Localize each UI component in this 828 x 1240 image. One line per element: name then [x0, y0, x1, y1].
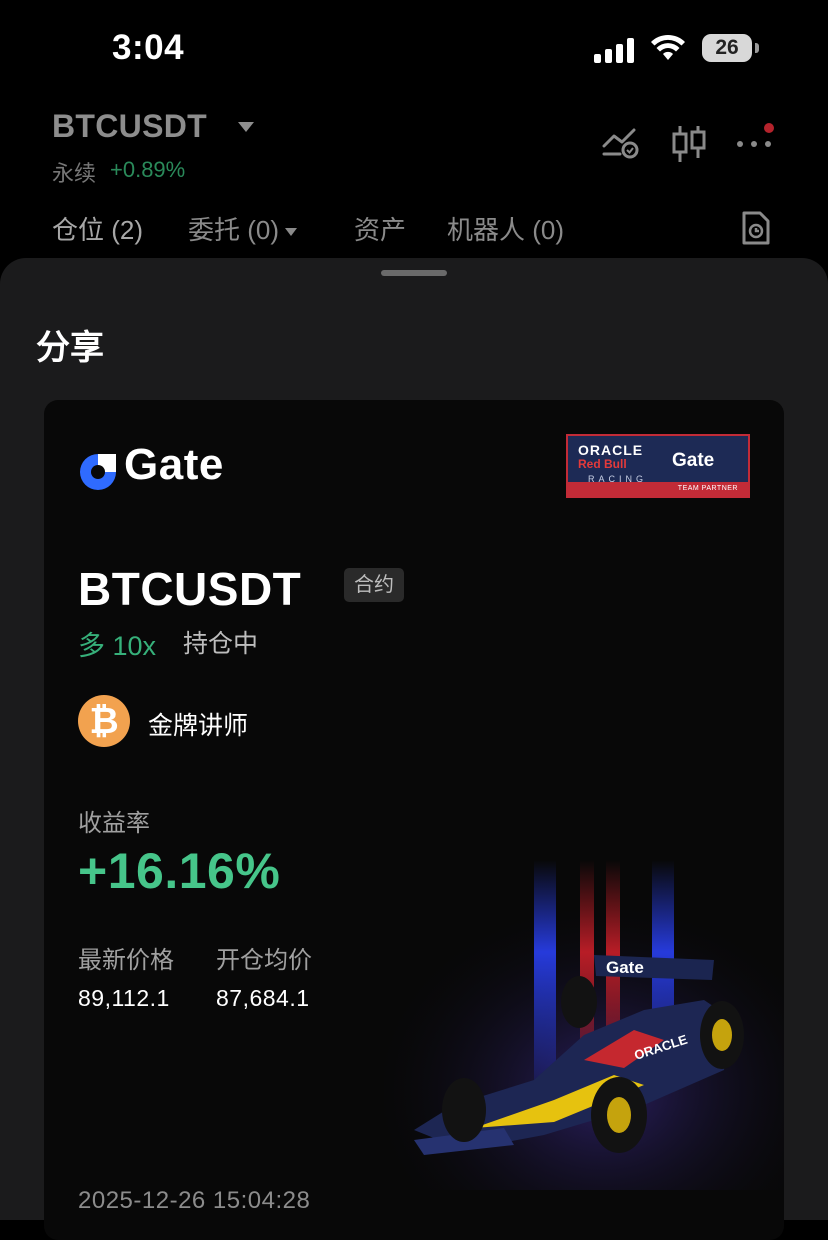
position-status: 持仓中 — [183, 630, 259, 658]
roi-value: +16.16% — [78, 843, 281, 899]
wifi-icon — [651, 34, 685, 60]
share-card: Gate ORACLE Red Bull RACING Gate TEAM PA… — [44, 400, 784, 1240]
partner-redbull-text: Red Bull — [578, 457, 627, 471]
tab-orders[interactable]: 委托 (0) — [188, 210, 298, 247]
username: 金牌讲师 — [148, 712, 249, 740]
pair-title[interactable]: BTCUSDT — [52, 108, 207, 145]
status-bar: 3:04 26 — [0, 0, 828, 100]
price-change: +0.89% — [110, 157, 186, 182]
trend-check-icon[interactable] — [602, 124, 640, 160]
entry-price-value: 87,684.1 — [216, 985, 310, 1011]
cellular-signal-icon — [594, 37, 636, 63]
battery-indicator: 26 — [702, 34, 752, 62]
gate-logo-text: Gate — [124, 440, 224, 489]
history-document-icon[interactable] — [740, 210, 772, 246]
chevron-down-icon[interactable] — [238, 122, 254, 132]
tab-assets[interactable]: 资产 — [354, 210, 406, 247]
entry-price-label: 开仓均价 — [216, 947, 312, 974]
battery-nub — [755, 43, 759, 53]
latest-price-value: 89,112.1 — [78, 985, 170, 1011]
roi-label: 收益率 — [78, 810, 150, 837]
share-timestamp: 2025-12-26 15:04:28 — [78, 1187, 311, 1214]
status-time: 3:04 — [112, 28, 185, 67]
partner-gate-text: Gate — [672, 450, 715, 471]
gate-logo-icon — [80, 454, 116, 490]
more-icon[interactable] — [734, 122, 780, 152]
tab-positions[interactable]: 仓位 (2) — [52, 210, 143, 247]
race-car-illustration: Gate ORACLE — [384, 860, 784, 1190]
sheet-grabber[interactable] — [381, 270, 447, 276]
partner-badge: ORACLE Red Bull RACING Gate TEAM PARTNER — [566, 434, 750, 498]
tab-bots[interactable]: 机器人 (0) — [447, 210, 564, 247]
sheet-title: 分享 — [36, 329, 104, 367]
chevron-down-icon — [285, 228, 298, 237]
contract-type-label: 永续 — [52, 161, 97, 186]
share-sheet: 分享 Gate ORACLE Red Bull RACING Gate TEAM… — [0, 258, 828, 1240]
svg-text:Gate: Gate — [606, 958, 644, 977]
latest-price-label: 最新价格 — [78, 947, 174, 974]
partner-footer: TEAM PARTNER — [568, 482, 748, 496]
card-symbol: BTCUSDT — [78, 563, 302, 615]
tab-orders-label: 委托 (0) — [188, 215, 280, 245]
contract-badge: 合约 — [344, 568, 404, 602]
candlestick-icon[interactable] — [670, 124, 708, 164]
avatar: ₿ — [78, 695, 130, 747]
position-direction: 多 10x — [78, 631, 157, 661]
partner-oracle-text: ORACLE — [578, 442, 644, 458]
